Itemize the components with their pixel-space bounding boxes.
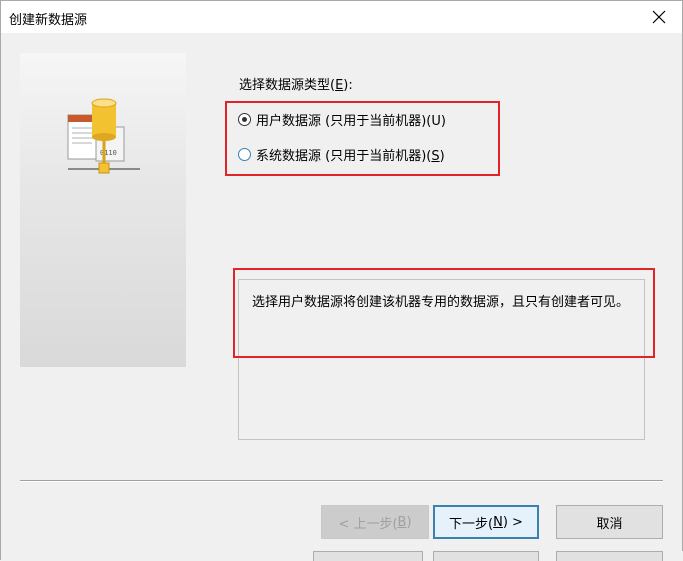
- highlight-box-description: [233, 268, 655, 358]
- create-data-source-dialog: 创建新数据源 0110 选择数据源类型(E): 用户数据源 (只用于当前机器)(…: [0, 0, 683, 561]
- separator-line: [20, 480, 663, 482]
- back-label-prefix: < 上一步(: [338, 516, 398, 532]
- next-label-prefix: 下一步(: [449, 516, 494, 532]
- side-illustration-panel: 0110: [20, 53, 186, 367]
- close-icon: [652, 10, 666, 24]
- title-bar[interactable]: 创建新数据源: [1, 1, 682, 33]
- radio-user-label: 用户数据源 (只用于当前机器)(U): [256, 113, 446, 129]
- radio-button-unchecked[interactable]: [238, 147, 251, 161]
- data-source-type-label: 选择数据源类型(E):: [239, 74, 353, 93]
- window-title: 创建新数据源: [9, 13, 88, 28]
- back-accesskey: B: [397, 514, 407, 530]
- radio-system-label-suffix: ): [439, 148, 445, 164]
- radio-user-data-source[interactable]: 用户数据源 (只用于当前机器)(U): [238, 109, 446, 129]
- back-button[interactable]: < 上一步(B): [321, 505, 429, 539]
- close-button[interactable]: [636, 1, 682, 33]
- cancel-button[interactable]: 取消: [556, 505, 663, 539]
- database-document-icon: 0110: [67, 98, 140, 174]
- radio-system-label-prefix: 系统数据源 (只用于当前机器)(: [256, 148, 432, 164]
- radio-system-data-source[interactable]: 系统数据源 (只用于当前机器)(S): [238, 144, 445, 164]
- radio-button-checked[interactable]: [238, 112, 251, 126]
- next-label-suffix: ) >: [502, 514, 523, 530]
- next-button[interactable]: 下一步(N) >: [433, 505, 539, 539]
- back-label-suffix: ): [406, 514, 412, 530]
- radio-system-accesskey: S: [431, 148, 440, 164]
- radio-system-label: 系统数据源 (只用于当前机器)(S): [256, 145, 445, 164]
- next-accesskey: N: [493, 514, 503, 530]
- type-label-prefix: 选择数据源类型(: [239, 78, 336, 93]
- type-label-suffix: ):: [343, 78, 353, 93]
